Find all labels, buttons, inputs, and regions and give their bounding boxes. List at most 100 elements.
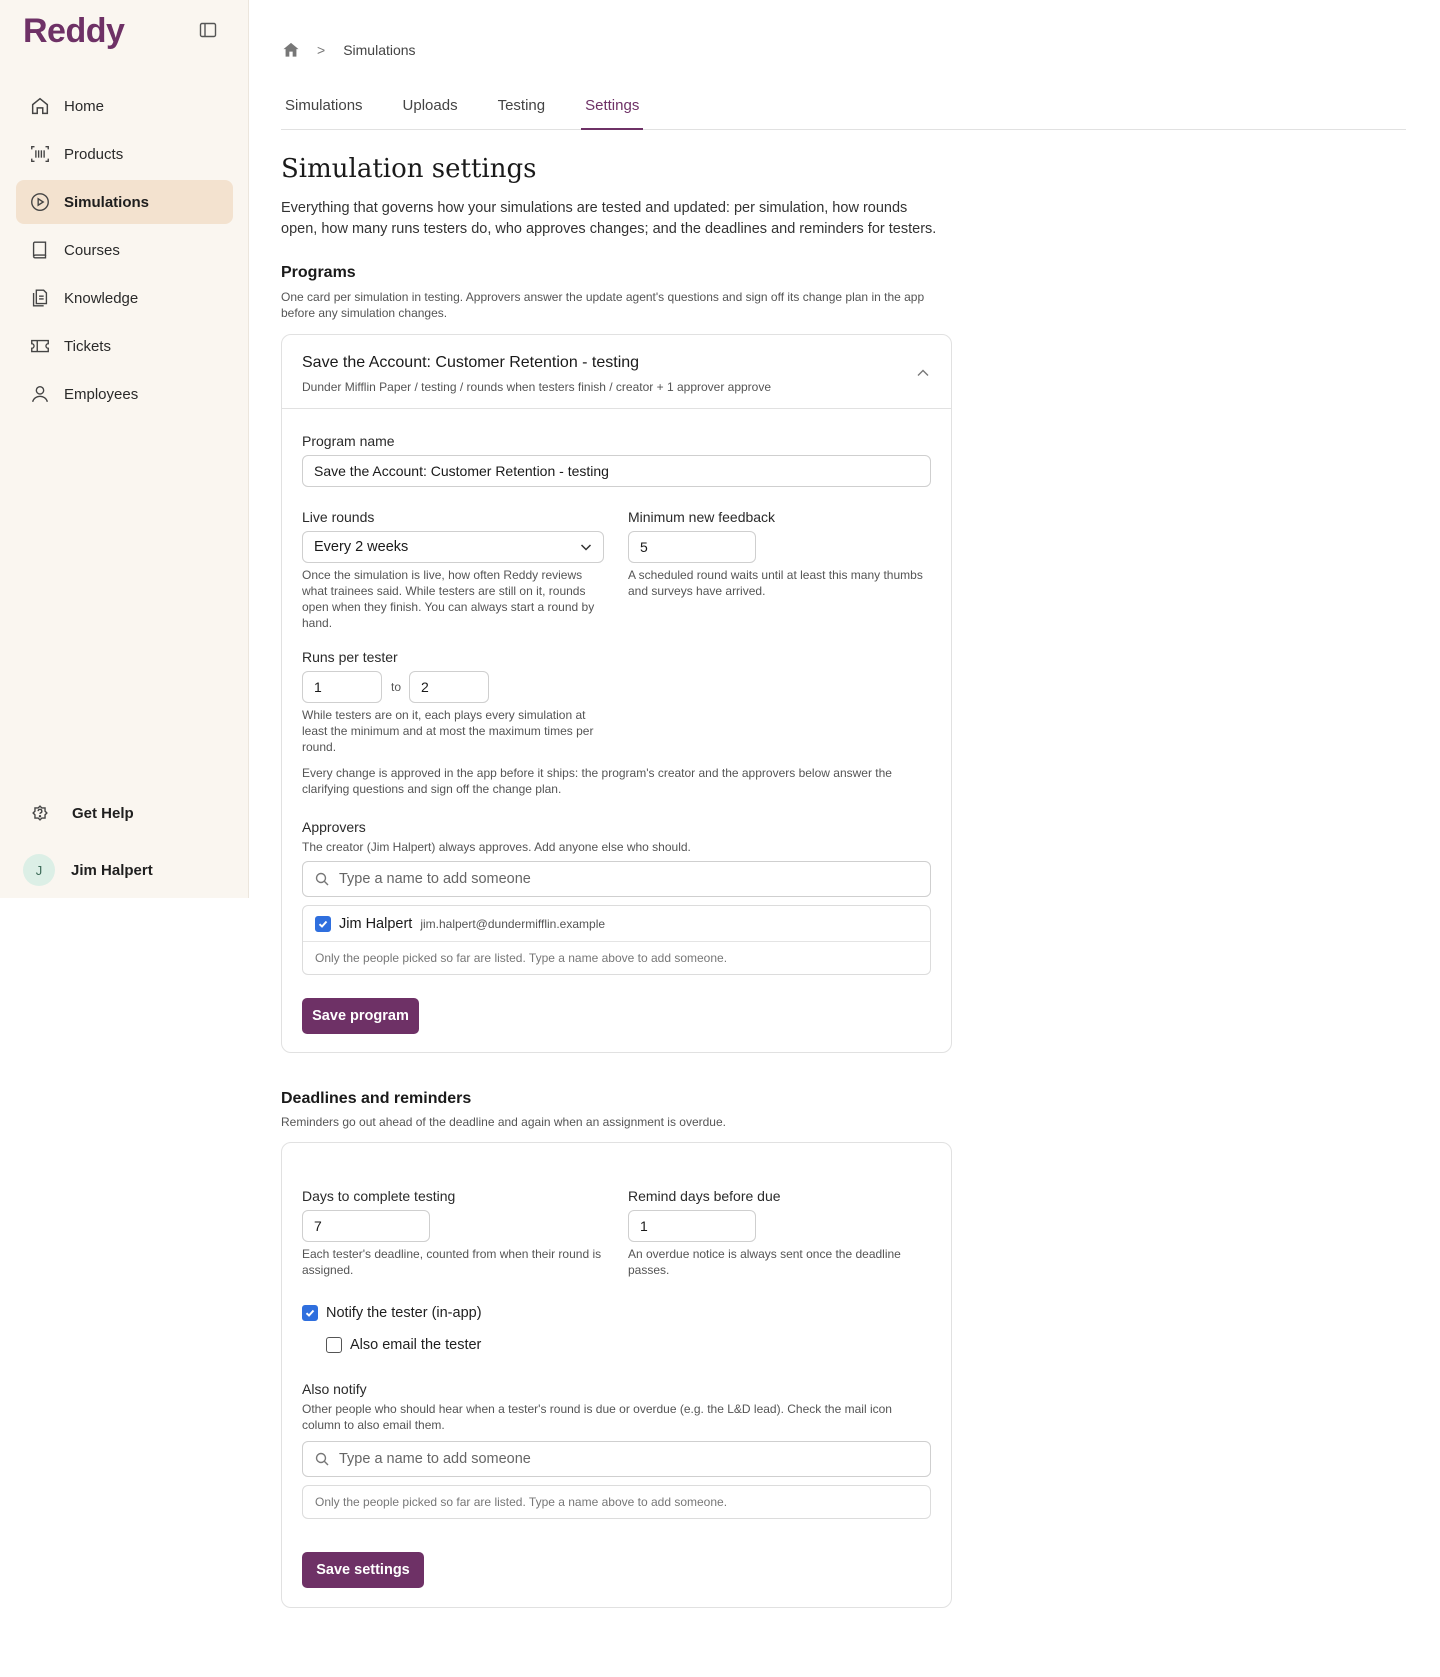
approvers-picked-note: Only the people picked so far are listed…	[315, 951, 728, 965]
sidebar-item-label: Employees	[64, 385, 139, 403]
help-icon	[28, 801, 52, 825]
home-icon[interactable]	[281, 40, 301, 60]
approver-checkbox[interactable]	[315, 915, 331, 932]
ticket-icon	[28, 334, 52, 358]
play-circle-icon	[28, 190, 52, 214]
also-notify-label: Also notify	[302, 1381, 367, 1397]
sidebar: Reddy Home Products Simulations Courses …	[0, 0, 249, 898]
days-to-complete-help: Each tester's deadline, counted from whe…	[302, 1247, 602, 1277]
approver-name: Jim Halpert	[339, 915, 413, 932]
tab-testing[interactable]: Testing	[494, 90, 550, 130]
email-tester-option[interactable]: Also email the tester	[326, 1337, 481, 1353]
runs-min-input[interactable]: 1	[302, 671, 382, 703]
remind-days-label: Remind days before due	[628, 1188, 781, 1204]
notify-tester-option[interactable]: Notify the tester (in-app)	[302, 1305, 482, 1321]
breadcrumb-separator: >	[317, 42, 326, 58]
also-notify-help: Other people who should hear when a test…	[302, 1402, 892, 1432]
sidebar-item-simulations[interactable]: Simulations	[16, 180, 233, 224]
sidebar-item-label: Tickets	[64, 337, 111, 355]
sidebar-item-knowledge[interactable]: Knowledge	[16, 276, 233, 320]
sidebar-item-home[interactable]: Home	[16, 84, 233, 128]
sidebar-item-label: Home	[64, 97, 105, 115]
notify-tester-label: Notify the tester (in-app)	[326, 1305, 482, 1321]
deadlines-heading: Deadlines and reminders	[281, 1090, 472, 1107]
min-feedback-input[interactable]: 5	[628, 531, 756, 563]
home-icon	[28, 94, 52, 118]
days-to-complete-input[interactable]: 7	[302, 1210, 430, 1242]
deadlines-description: Reminders go out ahead of the deadline a…	[281, 1115, 726, 1129]
also-notify-search-placeholder: Type a name to add someone	[339, 1451, 531, 1467]
min-feedback-help: A scheduled round waits until at least t…	[628, 568, 923, 598]
approver-email: jim.halpert@dundermifflin.example	[420, 916, 606, 931]
chevron-up-icon[interactable]	[915, 365, 931, 381]
also-notify-picked-note: Only the people picked so far are listed…	[315, 1495, 728, 1509]
runs-per-tester-label: Runs per tester	[302, 649, 398, 665]
document-icon	[28, 286, 52, 310]
program-name-label: Program name	[302, 433, 395, 449]
approval-note: Every change is approved in the app befo…	[302, 766, 892, 796]
email-tester-label: Also email the tester	[350, 1337, 482, 1353]
sidebar-toggle-icon[interactable]	[198, 20, 218, 40]
program-card: Save the Account: Customer Retention - t…	[281, 334, 952, 1053]
barcode-icon	[28, 142, 52, 166]
tab-settings[interactable]: Settings	[581, 90, 644, 130]
live-rounds-value: Every 2 weeks	[314, 539, 409, 555]
tab-uploads[interactable]: Uploads	[399, 90, 462, 130]
also-notify-search-input[interactable]: Type a name to add someone	[302, 1441, 931, 1477]
page-description: Everything that governs how your simulat…	[281, 200, 937, 237]
search-icon	[315, 1452, 329, 1466]
deadlines-card: Days to complete testing 7 Each tester's…	[281, 1142, 952, 1608]
user-name: Jim Halpert	[71, 861, 153, 879]
breadcrumb-current[interactable]: Simulations	[343, 42, 415, 58]
approvers-help: The creator (Jim Halpert) always approve…	[302, 840, 691, 854]
sidebar-item-courses[interactable]: Courses	[16, 228, 233, 272]
sidebar-item-products[interactable]: Products	[16, 132, 233, 176]
sidebar-item-tickets[interactable]: Tickets	[16, 324, 233, 368]
save-settings-button[interactable]: Save settings	[302, 1552, 424, 1588]
avatar: J	[23, 854, 55, 886]
programs-heading: Programs	[281, 264, 356, 281]
search-icon	[315, 872, 329, 886]
tab-simulations[interactable]: Simulations	[281, 90, 367, 130]
sidebar-nav: Home Products Simulations Courses Knowle…	[16, 84, 233, 420]
program-card-title: Save the Account: Customer Retention - t…	[302, 354, 640, 371]
breadcrumb: > Simulations	[281, 40, 416, 60]
approvers-list: Jim Halpert jim.halpert@dundermifflin.ex…	[302, 905, 931, 975]
notify-tester-checkbox[interactable]	[302, 1305, 318, 1321]
approvers-search-input[interactable]: Type a name to add someone	[302, 861, 931, 897]
book-icon	[28, 238, 52, 262]
chevron-down-icon	[579, 540, 593, 554]
programs-description: One card per simulation in testing. Appr…	[281, 290, 925, 320]
sidebar-item-employees[interactable]: Employees	[16, 372, 233, 416]
app-logo[interactable]: Reddy	[23, 12, 125, 51]
program-card-header[interactable]: Save the Account: Customer Retention - t…	[282, 335, 951, 409]
approvers-label: Approvers	[302, 819, 366, 835]
program-card-subtitle: Dunder Mifflin Paper / testing / rounds …	[302, 380, 772, 394]
runs-to-label: to	[391, 680, 402, 694]
get-help-button[interactable]: Get Help	[28, 801, 134, 825]
remind-days-help: An overdue notice is always sent once th…	[628, 1247, 901, 1277]
get-help-label: Get Help	[72, 804, 134, 822]
email-tester-checkbox[interactable]	[326, 1337, 342, 1353]
user-icon	[28, 382, 52, 406]
sidebar-item-label: Knowledge	[64, 289, 139, 307]
live-rounds-select[interactable]: Every 2 weeks	[302, 531, 604, 563]
program-name-input[interactable]: Save the Account: Customer Retention - t…	[302, 455, 931, 487]
approvers-search-placeholder: Type a name to add someone	[339, 871, 531, 887]
also-notify-list: Only the people picked so far are listed…	[302, 1485, 931, 1519]
tab-bar: Simulations Uploads Testing Settings	[281, 90, 1406, 130]
min-feedback-label: Minimum new feedback	[628, 509, 776, 525]
runs-max-input[interactable]: 2	[409, 671, 489, 703]
sidebar-item-label: Simulations	[64, 193, 150, 211]
list-item: Jim Halpert jim.halpert@dundermifflin.ex…	[303, 906, 930, 942]
save-program-button[interactable]: Save program	[302, 998, 419, 1034]
remind-days-input[interactable]: 1	[628, 1210, 756, 1242]
page-title: Simulation settings	[281, 154, 537, 184]
days-to-complete-label: Days to complete testing	[302, 1188, 456, 1204]
live-rounds-help: Once the simulation is live, how often R…	[302, 568, 595, 630]
user-menu[interactable]: J Jim Halpert	[23, 854, 153, 886]
live-rounds-label: Live rounds	[302, 509, 375, 525]
sidebar-item-label: Courses	[64, 241, 120, 259]
runs-per-tester-help: While testers are on it, each plays ever…	[302, 708, 594, 754]
sidebar-item-label: Products	[64, 145, 124, 163]
